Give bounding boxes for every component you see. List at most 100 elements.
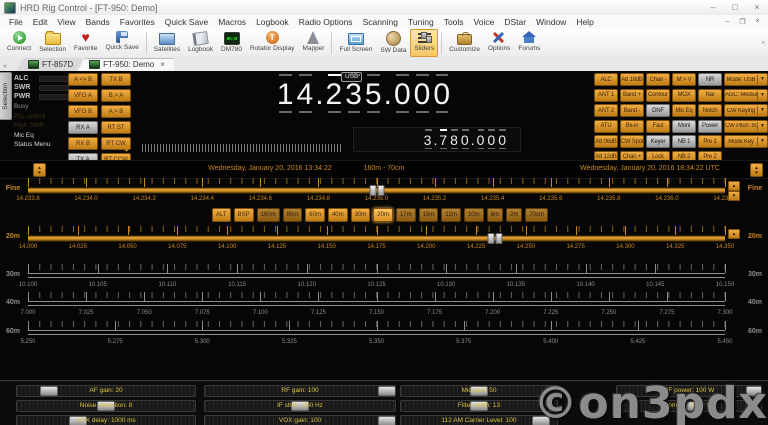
band-slider-60m[interactable]: 5.2505.2755.3005.3255.3505.3755.4005.425… [28,321,725,349]
close-button[interactable]: × [746,1,768,15]
toolbar-sw-data[interactable]: SW Data [376,29,410,57]
chan-button[interactable]: Chan - [646,73,670,86]
toolbar-quick-save[interactable]: Quick Save [101,29,142,57]
keyer-button[interactable]: Keyer [646,135,670,148]
menu-edit[interactable]: Edit [28,17,53,27]
band-button-40m[interactable]: 40m [328,208,348,222]
toolbar-logbook[interactable]: Logbook [184,29,217,57]
slider-vox-gain[interactable]: VOX gain: 100 [204,415,396,425]
band-up-button[interactable]: ▲ [728,229,740,239]
menu-file[interactable]: File [4,17,28,27]
tab-ft-857d[interactable]: FT-857D [16,58,82,71]
nr-button[interactable]: NR [698,73,722,86]
toolbar-forums[interactable]: Forums [514,29,544,57]
moni-button[interactable]: Moni [672,120,696,133]
toolbar-overflow-icon[interactable]: » [762,40,765,46]
slider-vox-delay[interactable]: VOX delay: 1000 ms [16,415,196,425]
toolbar-full-screen[interactable]: Full Screen [335,29,376,57]
slider-if-shift[interactable]: IF shift: -200 Hz [204,400,396,412]
toolbar-selection[interactable]: Selection [35,29,70,57]
rt-st-button[interactable]: RT ST [101,121,131,134]
cw-spot-button[interactable]: CW Spot [620,135,644,148]
menu-radio-options[interactable]: Radio Options [294,17,358,27]
toolbar-mapper[interactable]: Mapper [298,29,328,57]
b-a-button[interactable]: B > A [101,89,131,102]
tab-close-icon[interactable]: × [160,60,165,69]
toolbar-sliders[interactable]: Sliders [410,29,438,57]
notch-button[interactable]: Notch [698,104,722,117]
cw-pitch-800-hz-dropdown[interactable]: CW Pitch: 800 Hz▼ [724,120,768,133]
mdi-minimize-button[interactable]: – [721,18,734,26]
band-button-12m[interactable]: 12m [441,208,461,222]
menu-bands[interactable]: Bands [81,17,115,27]
att-06db-button[interactable]: Att 06dB [594,135,618,148]
maximize-button[interactable]: □ [724,1,746,15]
band-button-80m[interactable]: 80m [283,208,303,222]
tx-b-button[interactable]: TX B [101,73,131,86]
sub-frequency-display[interactable]: 3.780.000 [423,132,508,148]
band-button-bsp[interactable]: BSP [234,208,254,222]
toolbar-connect[interactable]: Connect [3,29,35,57]
a-b-button[interactable]: A <> B [68,73,98,86]
slider-af-gain[interactable]: AF gain: 20 [16,385,196,397]
band-slider-40m[interactable]: 7.0007.0257.0507.0757.1007.1257.1507.175… [28,292,725,318]
band-button-17m[interactable]: 17m [396,208,416,222]
slider-handle[interactable] [369,185,384,196]
toolbar-favorite[interactable]: Favorite [70,29,101,57]
rx-a-button[interactable]: RX A [68,121,98,134]
band-button[interactable]: Band + [620,89,644,102]
ant-2-button[interactable]: ANT 2 [594,104,618,117]
fine-tuning-slider[interactable]: 14.233.814.234.014.234.214.234.414.234.6… [28,178,725,205]
menu-voice[interactable]: Voice [469,17,500,27]
slider-noise-reduction[interactable]: Noise reduction: 8 [16,400,196,412]
m-v-button[interactable]: M > V [672,73,696,86]
band-button-20m[interactable]: 20m [373,208,393,222]
fine-up-button[interactable]: ▲ [728,181,740,191]
menu-tools[interactable]: Tools [439,17,469,27]
band-button-160m[interactable]: 160m [257,208,280,222]
selection-side-tab[interactable]: Selection [0,72,12,120]
band-slider-20m[interactable]: 14.00014.02514.05014.07514.10014.12514.1… [28,226,725,256]
right-spinner[interactable]: ▲▼ [750,163,763,177]
mode-usb-dropdown[interactable]: Mode: USB▼ [724,73,768,86]
atu-button[interactable]: ATU [594,120,618,133]
toolbar-customize[interactable]: Customize [445,29,484,57]
spin-down-icon[interactable]: ▼ [754,170,758,175]
rx-b-button[interactable]: RX B [68,137,98,150]
toolbar-options[interactable]: Options [484,29,514,57]
menu-dstar[interactable]: DStar [499,17,531,27]
att-18db-button[interactable]: Att 18dB [620,73,644,86]
band-button-15m[interactable]: 15m [419,208,439,222]
band-button-10m[interactable]: 10m [464,208,484,222]
fine-down-button[interactable]: ▼ [728,191,740,201]
menu-scanning[interactable]: Scanning [358,17,403,27]
menu-logbook[interactable]: Logbook [251,17,294,27]
menu-quick-save[interactable]: Quick Save [160,17,213,27]
menu-view[interactable]: View [52,17,80,27]
ant-1-button[interactable]: ANT 1 [594,89,618,102]
band-button-2m[interactable]: 2m [506,208,522,222]
power-button[interactable]: Power [698,120,722,133]
band-button-6m[interactable]: 6m [487,208,503,222]
agc-medium-dropdown[interactable]: AGC: Medium▼ [724,89,768,102]
mdi-close-button[interactable]: × [751,18,764,26]
mic-eq-button[interactable]: Mic Eq [672,104,696,117]
mox-button[interactable]: MOX [672,89,696,102]
band-button[interactable]: Band - [620,104,644,117]
dock-arrow-icon[interactable]: « [3,63,7,70]
band-button-70cm[interactable]: 70cm [525,208,548,222]
toolbar-dm780[interactable]: DM780 [217,29,246,57]
minimize-button[interactable]: – [702,1,724,15]
nb-1-button[interactable]: NB 1 [672,135,696,148]
slider-rf-gain[interactable]: RF gain: 100 [204,385,396,397]
menu-help[interactable]: Help [571,17,598,27]
menu-tuning[interactable]: Tuning [403,17,439,27]
pre-1-button[interactable]: Pre 1 [698,135,722,148]
bk-in-button[interactable]: Bk-in [620,120,644,133]
contour-button[interactable]: Contour [646,89,670,102]
vfo-b-button[interactable]: VFO B [68,105,98,118]
mdi-restore-button[interactable]: ❐ [736,18,749,26]
fast-button[interactable]: Fast [646,120,670,133]
band-button-30m[interactable]: 30m [351,208,371,222]
a-b-button[interactable]: A > B [101,105,131,118]
